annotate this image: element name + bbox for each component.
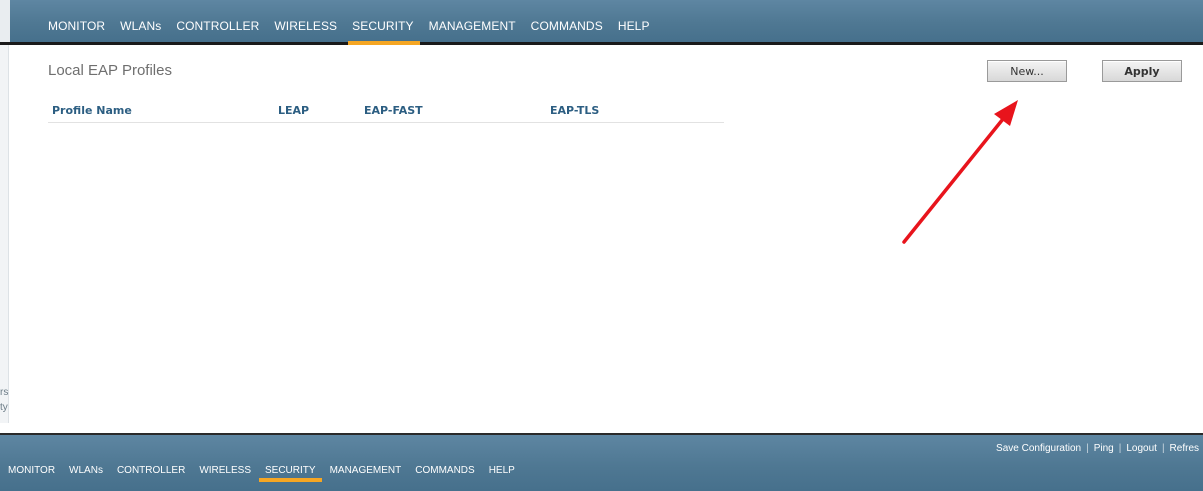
column-header-profile-name: Profile Name xyxy=(52,104,132,117)
bottom-nav-bar: Save Configuration | Ping | Logout | Ref… xyxy=(0,433,1203,491)
top-nav-help[interactable]: HELP xyxy=(618,19,650,39)
top-nav-menu: MONITOR WLANs CONTROLLER WIRELESS SECURI… xyxy=(48,19,665,45)
bottom-nav-monitor[interactable]: MONITOR xyxy=(8,465,55,476)
eap-profiles-table: Profile Name LEAP EAP-FAST EAP-TLS xyxy=(48,104,724,123)
refresh-link[interactable]: Refres xyxy=(1170,443,1199,454)
link-separator: | xyxy=(1086,443,1089,454)
top-nav-wlans[interactable]: WLANs xyxy=(120,19,161,39)
apply-button[interactable]: Apply xyxy=(1102,60,1182,82)
bottom-nav-management[interactable]: MANAGEMENT xyxy=(330,465,402,476)
bottom-nav-menu: MONITOR WLANs CONTROLLER WIRELESS SECURI… xyxy=(8,465,529,482)
top-left-tab xyxy=(0,0,10,42)
column-header-leap: LEAP xyxy=(278,104,310,117)
logout-link[interactable]: Logout xyxy=(1126,443,1157,454)
link-separator: | xyxy=(1161,443,1165,454)
bottom-nav-help[interactable]: HELP xyxy=(489,465,515,476)
column-header-eap-tls: EAP-TLS xyxy=(550,104,600,117)
bottom-nav-controller[interactable]: CONTROLLER xyxy=(117,465,185,476)
top-nav-commands[interactable]: COMMANDS xyxy=(531,19,603,39)
top-nav-controller[interactable]: CONTROLLER xyxy=(176,19,259,39)
annotation-arrow-icon xyxy=(902,100,1018,244)
save-configuration-link[interactable]: Save Configuration xyxy=(996,443,1081,454)
link-separator: | xyxy=(1118,443,1122,454)
ping-link[interactable]: Ping xyxy=(1094,443,1114,454)
top-nav-wireless[interactable]: WIRELESS xyxy=(274,19,337,39)
top-nav-security[interactable]: SECURITY xyxy=(348,19,421,45)
top-nav-bar: MONITOR WLANs CONTROLLER WIRELESS SECURI… xyxy=(0,0,1203,45)
bottom-nav-wireless[interactable]: WIRELESS xyxy=(199,465,251,476)
left-sidebar xyxy=(0,45,9,423)
bottom-links: Save Configuration | Ping | Logout | Ref… xyxy=(996,443,1199,454)
table-header-row: Profile Name LEAP EAP-FAST EAP-TLS xyxy=(48,104,724,122)
sidebar-fragment-2[interactable]: ty xyxy=(0,402,8,413)
bottom-nav-wlans[interactable]: WLANs xyxy=(69,465,103,476)
bottom-nav-security[interactable]: SECURITY xyxy=(259,465,322,482)
sidebar-fragment-1[interactable]: rs xyxy=(0,387,8,398)
bottom-nav-commands[interactable]: COMMANDS xyxy=(415,465,474,476)
top-nav-monitor[interactable]: MONITOR xyxy=(48,19,105,39)
top-nav-management[interactable]: MANAGEMENT xyxy=(429,19,516,39)
new-button[interactable]: New... xyxy=(987,60,1067,82)
page-title: Local EAP Profiles xyxy=(48,62,172,79)
column-header-eap-fast: EAP-FAST xyxy=(364,104,423,117)
